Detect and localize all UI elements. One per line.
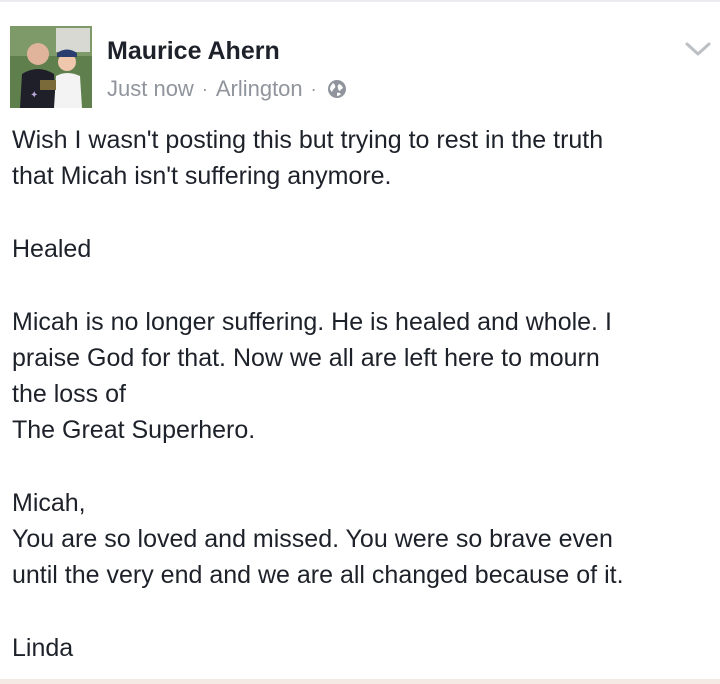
meta-separator: ·: [201, 78, 208, 99]
post-header: ✦ Maurice Ahern Just now · Arlington ·: [0, 2, 720, 112]
post-timestamp[interactable]: Just now: [107, 76, 194, 102]
post-paragraph: Healed: [12, 235, 92, 263]
post-paragraph: Micah, You are so loved and missed. You …: [12, 489, 624, 589]
post-location[interactable]: Arlington: [216, 76, 303, 102]
globe-icon[interactable]: [327, 79, 347, 99]
avatar-photo: ✦: [10, 26, 92, 108]
post-meta: Just now · Arlington ·: [107, 75, 347, 103]
avatar[interactable]: ✦: [10, 26, 92, 108]
meta-separator: ·: [310, 78, 317, 99]
svg-text:✦: ✦: [30, 90, 38, 101]
post-paragraph: Micah is no longer suffering. He is heal…: [12, 308, 612, 444]
facebook-post: ✦ Maurice Ahern Just now · Arlington · W…: [0, 0, 720, 684]
post-bottom-border: [0, 679, 720, 684]
post-author-name[interactable]: Maurice Ahern: [107, 36, 280, 66]
chevron-down-icon[interactable]: [680, 36, 716, 62]
post-body: Wish I wasn't posting this but trying to…: [12, 122, 712, 666]
post-paragraph: Linda: [12, 634, 74, 662]
post-paragraph: Wish I wasn't posting this but trying to…: [12, 126, 604, 190]
